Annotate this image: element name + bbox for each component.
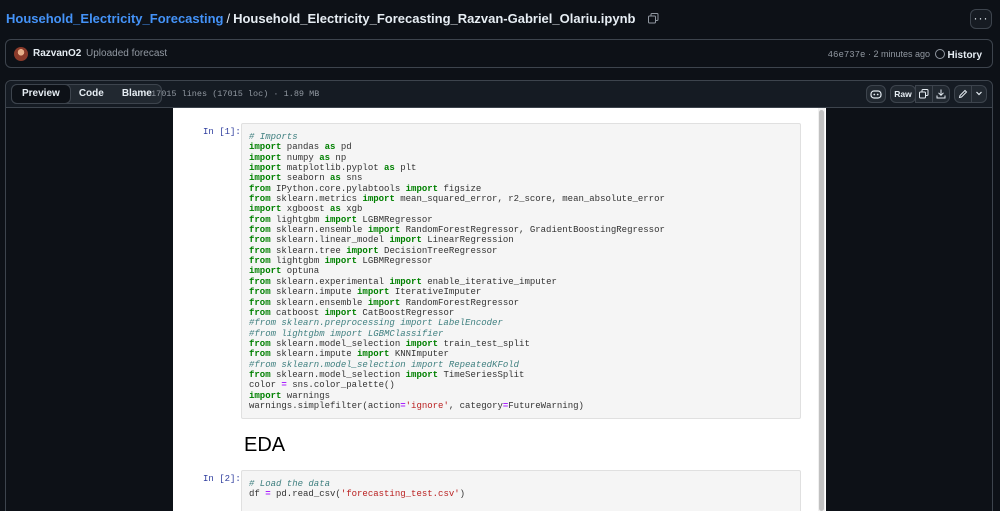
code-imports: # Imports import pandas as pd import num… — [249, 132, 665, 411]
cell-prompt: In [2]: — [203, 474, 241, 484]
tab-code[interactable]: Code — [70, 85, 113, 103]
commit-author[interactable]: RazvanO2 — [33, 48, 81, 59]
commit-message[interactable]: Uploaded forecast — [86, 48, 167, 59]
code-load-data: # Load the data df = pd.read_csv('foreca… — [249, 479, 466, 500]
history-label: History — [947, 50, 982, 61]
history-button[interactable]: History — [934, 48, 982, 61]
commit-time: · 2 minutes ago — [865, 49, 930, 59]
avatar[interactable] — [14, 47, 28, 61]
commit-meta: 46e737e · 2 minutes ago — [828, 49, 930, 60]
markdown-heading: EDA — [244, 434, 286, 456]
copilot-icon[interactable] — [866, 85, 886, 103]
commit-sha[interactable]: 46e737e — [828, 50, 866, 60]
scrollbar-thumb[interactable] — [819, 110, 824, 511]
pencil-icon[interactable] — [954, 85, 972, 103]
download-icon[interactable] — [932, 85, 950, 103]
chevron-down-icon[interactable] — [971, 85, 987, 103]
top-bar: Household_Electricity_Forecasting / Househ… — [0, 0, 1000, 38]
breadcrumb-separator: / — [226, 11, 231, 26]
cell-prompt: In [1]: — [203, 127, 241, 137]
file-header: Preview Code Blame 17015 lines (17015 lo… — [6, 81, 992, 108]
kebab-icon[interactable]: ··· — [970, 9, 992, 29]
tab-preview[interactable]: Preview — [11, 84, 71, 104]
repo-link[interactable]: Household_Electricity_Forecasting — [6, 11, 223, 26]
copy-raw-icon[interactable] — [915, 85, 933, 103]
file-info: 17015 lines (17015 loc) · 1.89 MB — [151, 89, 320, 99]
breadcrumb: Household_Electricity_Forecasting / Househ… — [6, 11, 659, 26]
file-name: Household_Electricity_Forecasting_Razvan… — [233, 11, 636, 26]
commit-bar: RazvanO2 Uploaded forecast 46e737e · 2 m… — [5, 39, 993, 68]
raw-button[interactable]: Raw — [890, 85, 916, 103]
notebook-preview[interactable]: In [1]: # Imports import pandas as pd im… — [173, 108, 826, 511]
code-cell[interactable]: # Load the data df = pd.read_csv('foreca… — [241, 470, 801, 511]
history-icon — [934, 49, 945, 59]
view-mode-switch: Preview Code Blame — [11, 84, 162, 104]
scrollbar[interactable] — [818, 108, 825, 511]
copy-icon[interactable] — [648, 12, 659, 24]
code-cell[interactable]: # Imports import pandas as pd import num… — [241, 123, 801, 419]
